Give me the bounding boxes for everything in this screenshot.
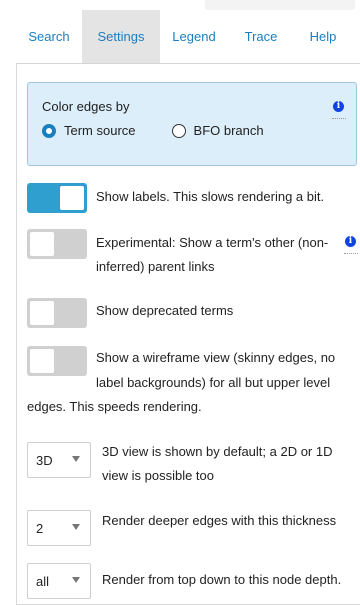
wireframe-label-line2: label backgrounds) for all but upper lev…	[96, 375, 331, 390]
color-edges-options: Term source BFO branch	[42, 123, 300, 138]
top-strip	[205, 0, 355, 10]
tab-search[interactable]: Search	[16, 10, 82, 63]
edge-thickness-label: Render deeper edges with this thickness	[102, 513, 337, 528]
color-edges-title: Color edges by	[42, 99, 130, 114]
radio-bfo-branch-label[interactable]: BFO branch	[194, 123, 264, 138]
chevron-down-icon	[72, 456, 80, 462]
tab-legend[interactable]: Legend	[160, 10, 228, 63]
view-dimension-value: 3D	[36, 453, 53, 468]
chevron-down-icon	[72, 524, 80, 530]
toggle-knob	[30, 301, 54, 325]
radio-term-source[interactable]	[42, 123, 56, 138]
node-depth-select[interactable]: all	[27, 563, 91, 599]
radio-term-source-label[interactable]: Term source	[64, 123, 136, 138]
info-underline	[332, 118, 346, 119]
radio-bfo-branch[interactable]	[171, 123, 186, 138]
color-edges-panel: Color edges by i Term source BFO branch	[27, 82, 357, 166]
experimental-label-line1: Experimental: Show a term's other (non-	[96, 235, 329, 250]
edge-thickness-select[interactable]: 2	[27, 510, 91, 546]
experimental-label-line2: inferred) parent links	[96, 259, 215, 274]
tab-settings[interactable]: Settings	[82, 10, 160, 63]
info-icon[interactable]: i	[345, 236, 356, 247]
tab-help[interactable]: Help	[294, 10, 352, 63]
tab-trace[interactable]: Trace	[228, 10, 294, 63]
toggle-knob	[30, 349, 54, 373]
edge-thickness-value: 2	[36, 521, 44, 536]
tab-bar: Search Settings Legend Trace Help	[16, 10, 360, 64]
wireframe-toggle[interactable]	[27, 346, 87, 376]
wireframe-label-line3: edges. This speeds rendering.	[27, 399, 202, 414]
show-labels-label: Show labels. This slows rendering a bit.	[96, 189, 325, 204]
view-dimension-label-line2: view is possible too	[102, 468, 214, 483]
show-labels-toggle[interactable]	[27, 183, 87, 213]
info-underline	[344, 253, 358, 254]
view-dimension-select[interactable]: 3D	[27, 442, 91, 478]
chevron-down-icon	[72, 577, 80, 583]
node-depth-value: all	[36, 574, 50, 589]
experimental-parent-links-toggle[interactable]	[27, 229, 87, 259]
show-deprecated-label: Show deprecated terms	[96, 303, 234, 318]
view-dimension-label-line1: 3D view is shown by default; a 2D or 1D	[102, 444, 333, 459]
toggle-knob	[60, 186, 84, 210]
info-icon[interactable]: i	[333, 101, 344, 112]
wireframe-label-line1: Show a wireframe view (skinny edges, no	[96, 350, 336, 365]
toggle-knob	[30, 232, 54, 256]
panel-left-border	[16, 64, 17, 605]
show-deprecated-toggle[interactable]	[27, 298, 87, 328]
node-depth-label: Render from top down to this node depth.	[102, 572, 342, 587]
